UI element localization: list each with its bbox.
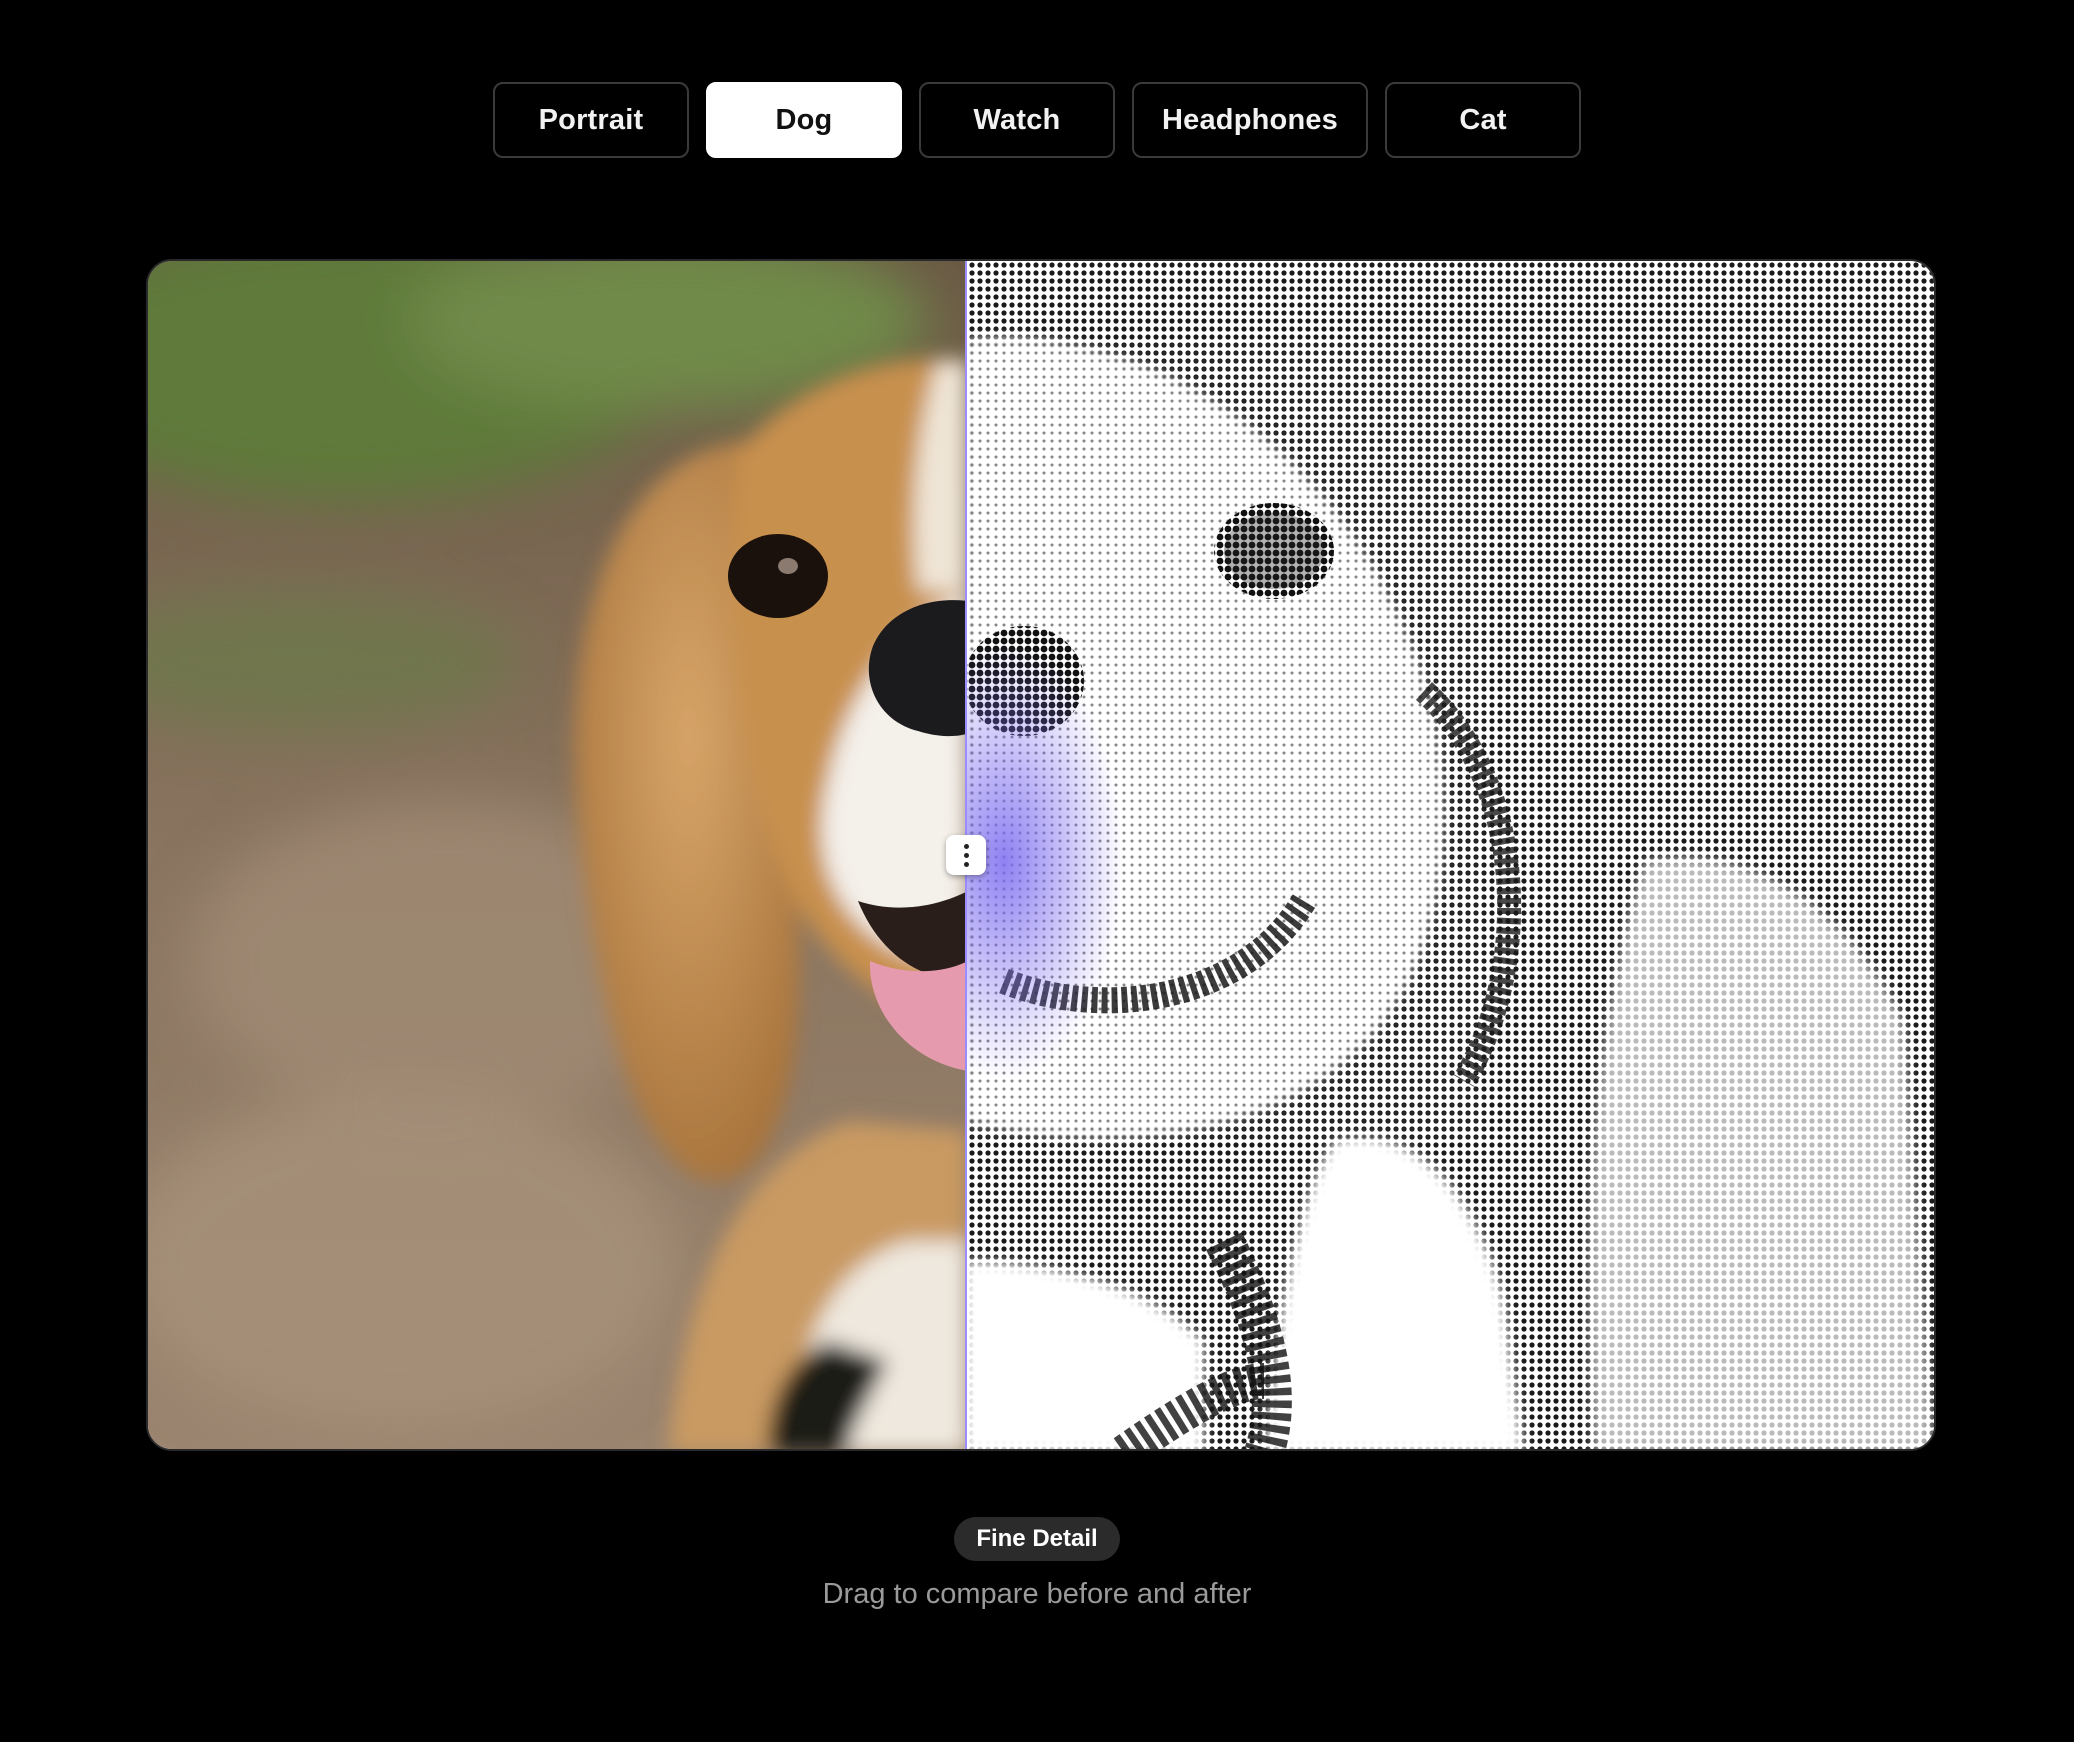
image-tabs: Portrait Dog Watch Headphones Cat <box>0 82 2074 158</box>
tab-watch[interactable]: Watch <box>918 82 1115 158</box>
tab-headphones[interactable]: Headphones <box>1131 82 1369 158</box>
badge-row: Fine Detail <box>0 1517 2074 1561</box>
tab-dog[interactable]: Dog <box>705 82 902 158</box>
after-image-pane <box>966 261 1934 1449</box>
compare-slider-handle[interactable] <box>946 835 986 875</box>
before-image-pane <box>148 261 966 1449</box>
mode-badge: Fine Detail <box>954 1517 1120 1561</box>
before-image <box>148 261 966 1449</box>
tab-portrait[interactable]: Portrait <box>492 82 689 158</box>
tab-cat[interactable]: Cat <box>1385 82 1582 158</box>
drag-hint: Drag to compare before and after <box>822 1578 1252 1610</box>
compare-viewer[interactable] <box>146 259 1936 1451</box>
after-image <box>966 261 1934 1449</box>
vertical-dots-icon <box>963 843 969 867</box>
